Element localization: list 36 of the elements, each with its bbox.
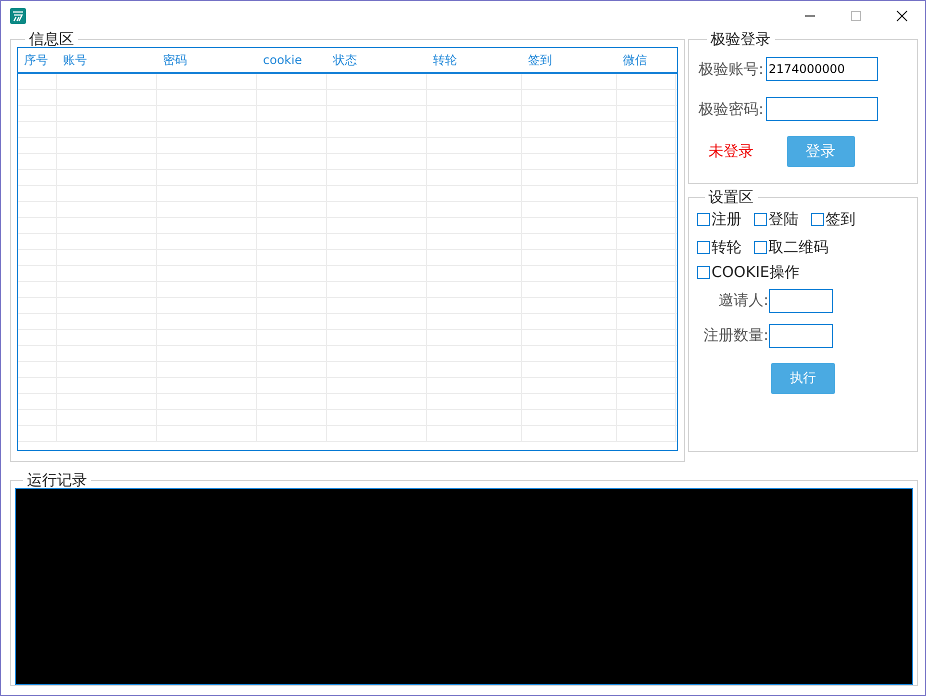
field-label: 极验密码: (698, 100, 764, 118)
run-button[interactable]: 执行 (770, 362, 835, 394)
column-header[interactable]: 签到 (522, 48, 617, 72)
checkbox-option[interactable]: 签到 (810, 210, 856, 228)
group-title: 信息区 (29, 30, 74, 48)
checkbox-option[interactable]: 取二维码 (754, 238, 829, 256)
checkbox-option[interactable]: COOKIE操作 (696, 262, 800, 282)
group-title: 运行记录 (27, 471, 87, 489)
column-header[interactable]: cookie (257, 48, 327, 72)
column-header[interactable]: 转轮 (427, 48, 522, 72)
login-button[interactable]: 登录 (786, 136, 855, 166)
column-header[interactable]: 账号 (57, 48, 157, 72)
checkbox[interactable] (696, 212, 710, 226)
app-icon (10, 8, 26, 24)
checkbox[interactable] (810, 212, 824, 226)
group-title: 极验登录 (710, 30, 771, 48)
checkbox[interactable] (754, 240, 767, 254)
field-label: 邀请人: (717, 291, 769, 310)
column-header[interactable]: 密码 (157, 48, 257, 72)
group-title: 设置区 (708, 188, 754, 206)
field-label: 注册数量: (702, 326, 769, 345)
checkbox-option[interactable]: 登陆 (754, 210, 799, 228)
checkbox-option[interactable]: 注册 (696, 210, 742, 228)
column-header[interactable]: 微信 (617, 48, 676, 72)
checkbox[interactable] (696, 240, 710, 254)
field-label: 极验账号: (698, 60, 764, 78)
input-field[interactable] (768, 288, 833, 312)
checkbox[interactable] (754, 212, 767, 226)
column-header[interactable]: 序号 (18, 48, 57, 72)
login-status: 未登录 (708, 142, 755, 160)
column-header[interactable]: 状态 (327, 48, 427, 72)
input-field[interactable] (768, 324, 833, 348)
input-field[interactable] (766, 97, 878, 121)
checkbox[interactable] (696, 266, 710, 278)
input-field[interactable]: 2174000000 (766, 57, 878, 81)
checkbox-option[interactable]: 转轮 (696, 238, 742, 256)
